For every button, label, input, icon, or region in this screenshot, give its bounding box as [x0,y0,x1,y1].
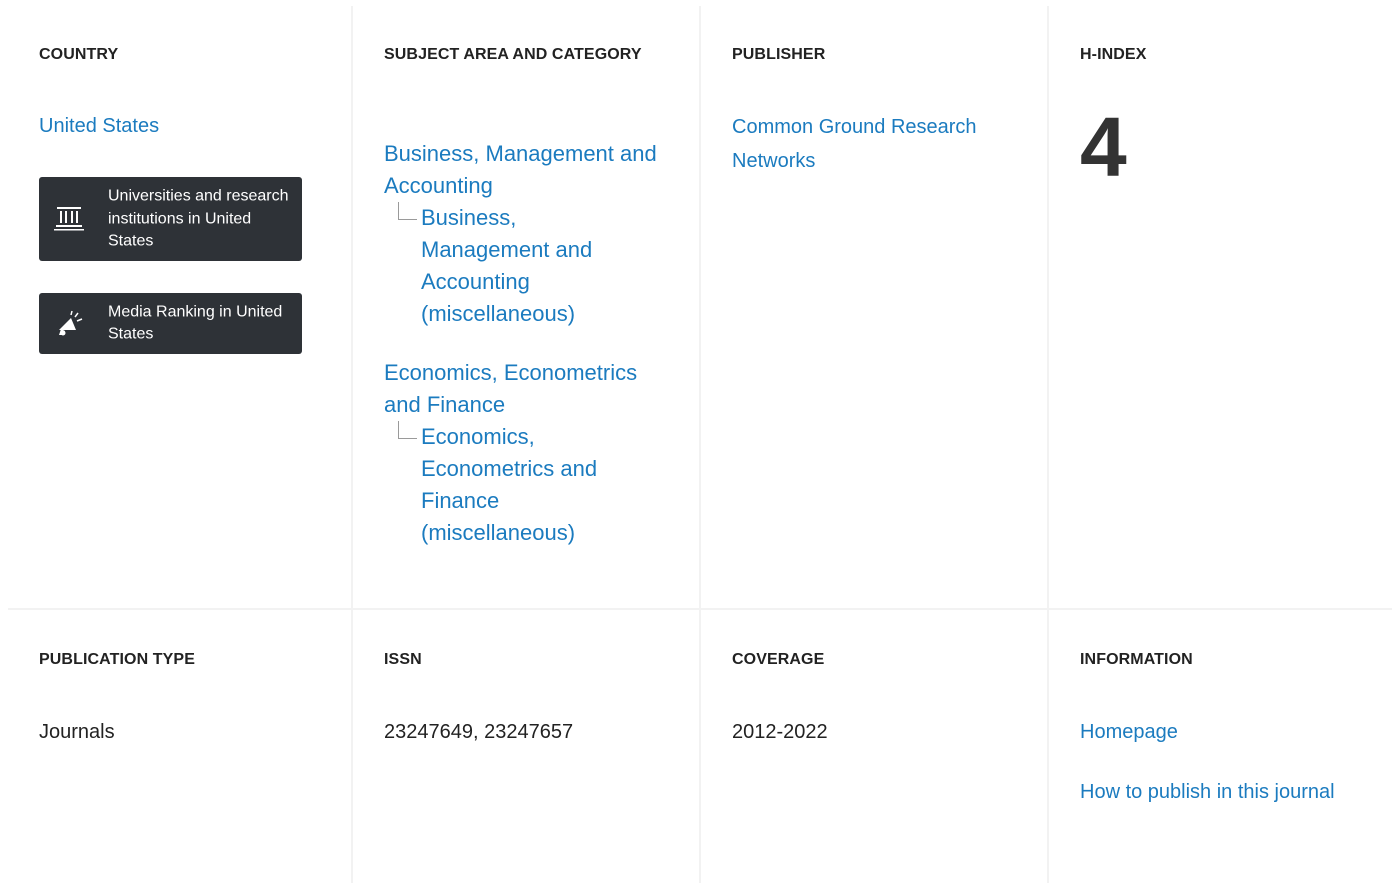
information-heading: INFORMATION [1080,651,1193,668]
homepage-link[interactable]: Homepage [1080,716,1178,748]
issn-heading: ISSN [384,651,422,668]
subject-area-group: Business, Management and Accounting Busi… [384,138,674,330]
tree-connector [398,421,417,439]
hindex-cell: H-INDEX 4 [1049,6,1392,608]
publisher-link[interactable]: Common Ground Research Networks [732,110,1012,178]
country-heading: COUNTRY [39,46,119,63]
country-cell: COUNTRY United States Universities and r… [8,6,351,608]
megaphone-icon [51,306,87,342]
subject-category-item: Economics, Econometrics and Finance (mis… [384,421,631,549]
universities-button-label: Universities and research institutions i… [108,187,289,250]
institution-icon [51,201,87,237]
universities-ranking-button[interactable]: Universities and research institutions i… [39,177,302,261]
journal-info-grid: COUNTRY United States Universities and r… [8,6,1392,883]
subject-area-heading: SUBJECT AREA AND CATEGORY [384,46,642,63]
subject-area-group: Economics, Econometrics and Finance Econ… [384,357,674,549]
hindex-heading: H-INDEX [1080,46,1147,63]
how-to-publish-link[interactable]: How to publish in this journal [1080,776,1340,808]
info-row-bottom: PUBLICATION TYPE Journals ISSN 23247649,… [8,610,1392,883]
subject-area-cell: SUBJECT AREA AND CATEGORY Business, Mana… [353,6,699,608]
subject-area-link[interactable]: Economics, Econometrics and Finance [384,360,637,417]
publication-type-value: Journals [39,721,115,743]
subject-category-item: Business, Management and Accounting (mis… [384,202,631,330]
publisher-heading: PUBLISHER [732,46,826,63]
subject-area-link[interactable]: Business, Management and Accounting [384,141,657,198]
info-row-top: COUNTRY United States Universities and r… [8,6,1392,608]
media-button-label: Media Ranking in United States [108,303,283,343]
media-ranking-button[interactable]: Media Ranking in United States [39,293,302,354]
subject-category-link[interactable]: Economics, Econometrics and Finance (mis… [421,424,597,545]
coverage-value: 2012-2022 [732,721,828,743]
publication-type-cell: PUBLICATION TYPE Journals [8,610,351,883]
country-link[interactable]: United States [39,110,159,142]
publisher-cell: PUBLISHER Common Ground Research Network… [701,6,1047,608]
information-cell: INFORMATION Homepage How to publish in t… [1049,610,1392,883]
subject-category-link[interactable]: Business, Management and Accounting (mis… [421,205,592,326]
coverage-heading: COVERAGE [732,651,825,668]
hindex-value: 4 [1080,100,1127,194]
tree-connector [398,202,417,220]
coverage-cell: COVERAGE 2012-2022 [701,610,1047,883]
issn-cell: ISSN 23247649, 23247657 [353,610,699,883]
publication-type-heading: PUBLICATION TYPE [39,651,195,668]
issn-value: 23247649, 23247657 [384,721,574,743]
